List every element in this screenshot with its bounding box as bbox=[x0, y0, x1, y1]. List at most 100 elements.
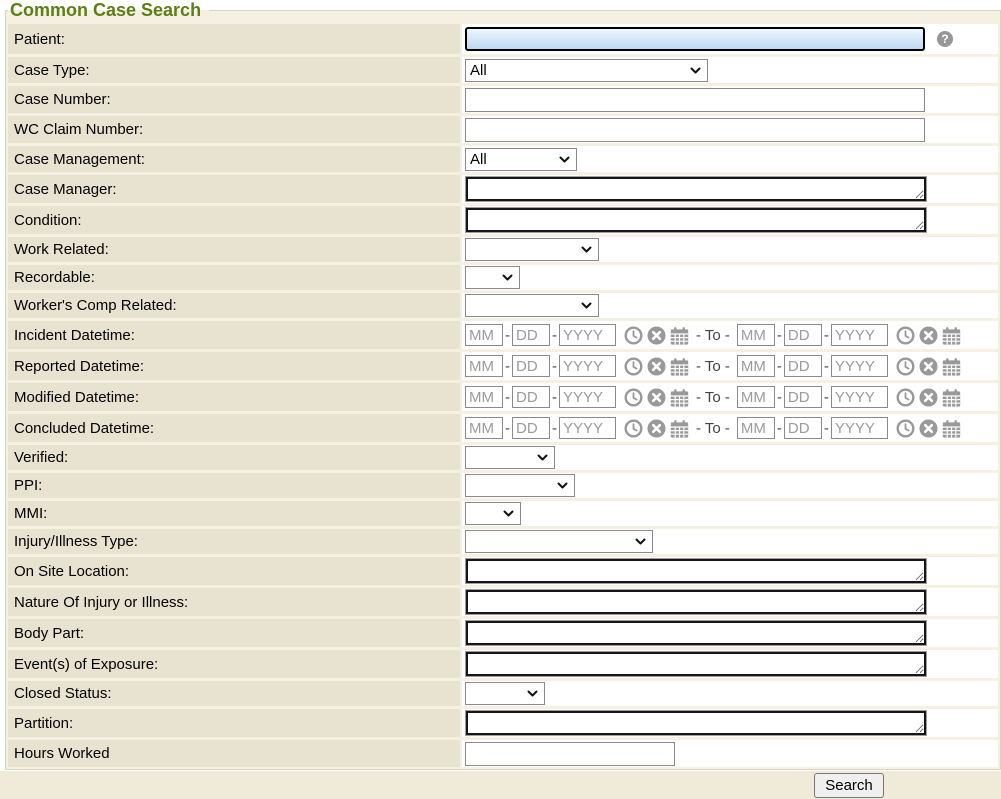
row-case-number: Case Number: bbox=[8, 86, 998, 113]
recordable-select[interactable] bbox=[465, 266, 520, 289]
chevron-down-icon bbox=[537, 454, 548, 461]
ppi-select[interactable] bbox=[465, 474, 575, 497]
label-case-number: Case Number: bbox=[8, 86, 460, 113]
verified-select[interactable] bbox=[465, 446, 555, 469]
clock-icon[interactable] bbox=[624, 357, 643, 376]
clear-icon[interactable] bbox=[647, 388, 666, 407]
incident-from-month-input[interactable] bbox=[465, 324, 503, 346]
case-type-select[interactable]: All bbox=[465, 59, 708, 82]
cell-work-related bbox=[462, 237, 998, 262]
reported-from-month-input[interactable] bbox=[465, 355, 503, 377]
date-dash: - bbox=[552, 389, 557, 406]
clock-icon[interactable] bbox=[624, 326, 643, 345]
concluded-from-month-input[interactable] bbox=[465, 417, 503, 439]
cell-nature-of-injury bbox=[462, 588, 998, 616]
incident-to-year-input[interactable] bbox=[831, 324, 888, 346]
row-workers-comp-related: Worker's Comp Related: bbox=[8, 293, 998, 318]
calendar-icon[interactable] bbox=[942, 326, 961, 345]
label-workers-comp-related: Worker's Comp Related: bbox=[8, 293, 460, 318]
workers-comp-related-select[interactable] bbox=[465, 294, 599, 317]
calendar-icon[interactable] bbox=[670, 419, 689, 438]
hours-worked-input[interactable] bbox=[465, 742, 675, 766]
on-site-location-textarea[interactable] bbox=[466, 559, 926, 583]
chevron-down-icon bbox=[581, 246, 592, 253]
date-dash: - bbox=[552, 420, 557, 437]
incident-from-day-input[interactable] bbox=[512, 324, 550, 346]
reported-from-year-input[interactable] bbox=[559, 355, 616, 377]
reported-to-day-input[interactable] bbox=[784, 355, 822, 377]
concluded-to-month-input[interactable] bbox=[737, 417, 775, 439]
clear-icon[interactable] bbox=[919, 388, 938, 407]
clear-icon[interactable] bbox=[647, 419, 666, 438]
partition-textarea[interactable] bbox=[466, 711, 926, 735]
incident-to-month-input[interactable] bbox=[737, 324, 775, 346]
cell-case-manager bbox=[462, 175, 998, 203]
chevron-down-icon bbox=[581, 302, 592, 309]
date-dash: - bbox=[505, 327, 510, 344]
label-modified-datetime: Modified Datetime: bbox=[8, 383, 460, 411]
modified-from-day-input[interactable] bbox=[512, 386, 550, 408]
clock-icon[interactable] bbox=[896, 326, 915, 345]
condition-textarea[interactable] bbox=[466, 208, 926, 232]
modified-from-year-input[interactable] bbox=[559, 386, 616, 408]
calendar-icon[interactable] bbox=[942, 388, 961, 407]
concluded-from-year-input[interactable] bbox=[559, 417, 616, 439]
label-incident-datetime: Incident Datetime: bbox=[8, 321, 460, 349]
cell-condition bbox=[462, 206, 998, 234]
mmi-select[interactable] bbox=[465, 502, 521, 525]
cell-body-part bbox=[462, 619, 998, 647]
calendar-icon[interactable] bbox=[670, 326, 689, 345]
label-nature-of-injury: Nature Of Injury or Illness: bbox=[8, 588, 460, 616]
calendar-icon[interactable] bbox=[942, 357, 961, 376]
clock-icon[interactable] bbox=[896, 388, 915, 407]
case-number-input[interactable] bbox=[465, 88, 925, 112]
cell-on-site-location bbox=[462, 557, 998, 585]
reported-to-month-input[interactable] bbox=[737, 355, 775, 377]
date-dash: - bbox=[505, 358, 510, 375]
modified-from-month-input[interactable] bbox=[465, 386, 503, 408]
case-management-select[interactable]: All bbox=[465, 148, 577, 171]
row-condition: Condition: bbox=[8, 206, 998, 234]
label-case-management: Case Management: bbox=[8, 146, 460, 172]
row-incident-datetime: Incident Datetime: - - - To - - - bbox=[8, 321, 998, 349]
date-dash: - bbox=[824, 358, 829, 375]
row-case-management: Case Management: All bbox=[8, 146, 998, 172]
clock-icon[interactable] bbox=[624, 388, 643, 407]
body-part-textarea[interactable] bbox=[466, 621, 926, 645]
row-body-part: Body Part: bbox=[8, 619, 998, 647]
clock-icon[interactable] bbox=[896, 419, 915, 438]
help-icon[interactable]: ? bbox=[937, 31, 953, 47]
injury-illness-type-select[interactable] bbox=[465, 530, 653, 553]
modified-to-month-input[interactable] bbox=[737, 386, 775, 408]
calendar-icon[interactable] bbox=[942, 419, 961, 438]
date-dash: - bbox=[552, 327, 557, 344]
label-recordable: Recordable: bbox=[8, 265, 460, 290]
reported-to-year-input[interactable] bbox=[831, 355, 888, 377]
label-case-manager: Case Manager: bbox=[8, 175, 460, 203]
clear-icon[interactable] bbox=[647, 357, 666, 376]
wc-claim-number-input[interactable] bbox=[465, 118, 925, 142]
clear-icon[interactable] bbox=[919, 357, 938, 376]
clock-icon[interactable] bbox=[896, 357, 915, 376]
concluded-to-year-input[interactable] bbox=[831, 417, 888, 439]
incident-to-day-input[interactable] bbox=[784, 324, 822, 346]
patient-input[interactable] bbox=[465, 27, 925, 51]
clear-icon[interactable] bbox=[919, 419, 938, 438]
clear-icon[interactable] bbox=[919, 326, 938, 345]
clear-icon[interactable] bbox=[647, 326, 666, 345]
nature-of-injury-textarea[interactable] bbox=[466, 590, 926, 614]
concluded-from-day-input[interactable] bbox=[512, 417, 550, 439]
calendar-icon[interactable] bbox=[670, 357, 689, 376]
row-modified-datetime: Modified Datetime: - - - To - - - bbox=[8, 383, 998, 411]
reported-from-day-input[interactable] bbox=[512, 355, 550, 377]
events-of-exposure-textarea[interactable] bbox=[466, 652, 926, 676]
calendar-icon[interactable] bbox=[670, 388, 689, 407]
work-related-select[interactable] bbox=[465, 238, 599, 261]
closed-status-select[interactable] bbox=[465, 682, 545, 705]
incident-from-year-input[interactable] bbox=[559, 324, 616, 346]
modified-to-day-input[interactable] bbox=[784, 386, 822, 408]
clock-icon[interactable] bbox=[624, 419, 643, 438]
concluded-to-day-input[interactable] bbox=[784, 417, 822, 439]
case-manager-textarea[interactable] bbox=[466, 177, 926, 201]
modified-to-year-input[interactable] bbox=[831, 386, 888, 408]
